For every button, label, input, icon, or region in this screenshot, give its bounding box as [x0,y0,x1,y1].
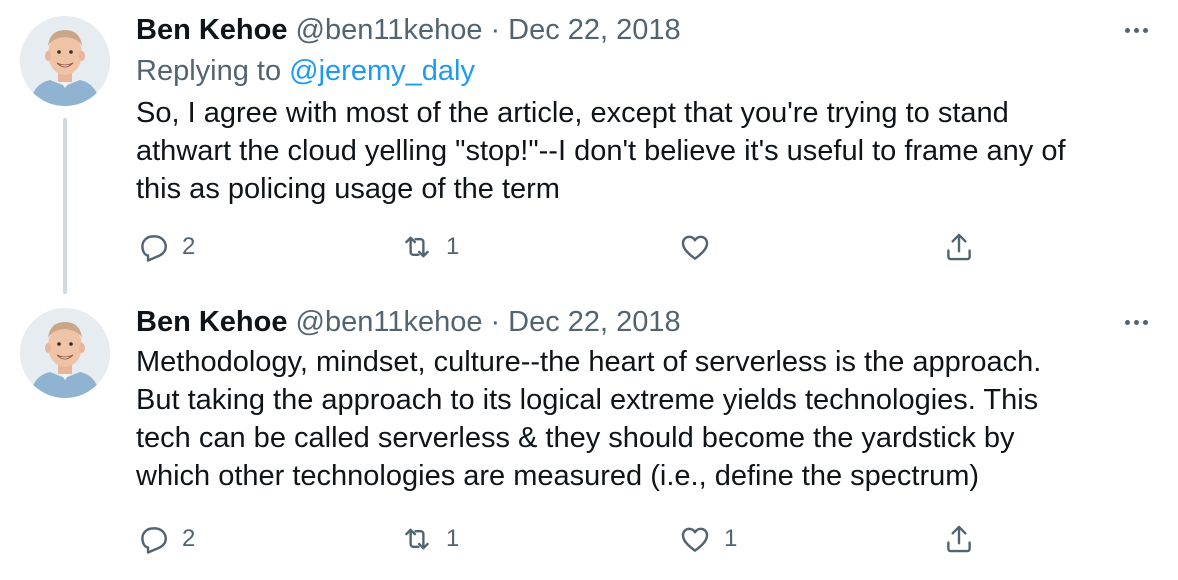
reply-bubble-icon [141,527,167,554]
tweet-thread: Ben Kehoe @ben11kehoe · Dec 22, 2018 Reply… [0,0,1178,580]
reply-count: 2 [182,525,196,552]
separator-dot: · [490,306,501,338]
separator-dot: · [490,14,501,46]
tweet[interactable]: Ben Kehoe @ben11kehoe · Dec 22, 2018 Reply… [0,0,1178,296]
author-handle[interactable]: @ben11kehoe [296,14,483,46]
author-name[interactable]: Ben Kehoe [136,14,287,46]
retweet-count: 1 [446,525,460,552]
avatar-photo-icon [20,16,110,106]
author-handle[interactable]: @ben11kehoe [296,306,483,338]
retweet-arrows-icon [405,236,429,258]
tweet[interactable]: Ben Kehoe @ben11kehoe · Dec 22, 2018 Metho… [0,296,1178,578]
tweet-actions: 2 1 1 [136,519,996,559]
reply-button[interactable]: 2 [136,227,195,267]
tweet-header: Ben Kehoe @ben11kehoe · Dec 22, 2018 [136,12,681,48]
retweet-button[interactable]: 1 [400,519,459,559]
tweet-header: Ben Kehoe @ben11kehoe · Dec 22, 2018 [136,304,681,340]
avatar[interactable] [20,308,110,398]
author-name[interactable]: Ben Kehoe [136,306,287,338]
tweet-date[interactable]: Dec 22, 2018 [508,14,681,46]
heart-outline-icon [681,527,709,552]
heart-outline-icon [681,235,709,260]
more-dots-icon[interactable] [1125,320,1148,325]
avatar[interactable] [20,16,110,106]
reply-button[interactable]: 2 [136,519,195,559]
tweet-date[interactable]: Dec 22, 2018 [508,306,681,338]
tweet-actions: 2 1 [136,227,996,267]
thread-connector-line [63,118,67,294]
like-button[interactable] [678,227,724,267]
replying-to: Replying to @jeremy_daly [136,53,475,89]
like-button[interactable]: 1 [678,519,737,559]
avatar-photo-icon [20,308,110,398]
retweet-count: 1 [446,233,460,260]
reply-bubble-icon [141,235,167,262]
mention-link[interactable]: @jeremy_daly [289,55,475,87]
retweet-arrows-icon [405,528,429,550]
tweet-text: So, I agree with most of the article, ex… [136,97,1066,205]
reply-count: 2 [182,233,196,260]
more-dots-icon[interactable] [1125,28,1148,33]
share-upload-icon [947,233,971,261]
replying-prefix: Replying to [136,55,290,87]
share-upload-icon [947,525,971,553]
like-count: 1 [724,525,738,552]
tweet-text: Methodology, mindset, culture--the heart… [136,346,1042,492]
share-button[interactable] [942,227,976,267]
retweet-button[interactable]: 1 [400,227,459,267]
share-button[interactable] [942,519,976,559]
